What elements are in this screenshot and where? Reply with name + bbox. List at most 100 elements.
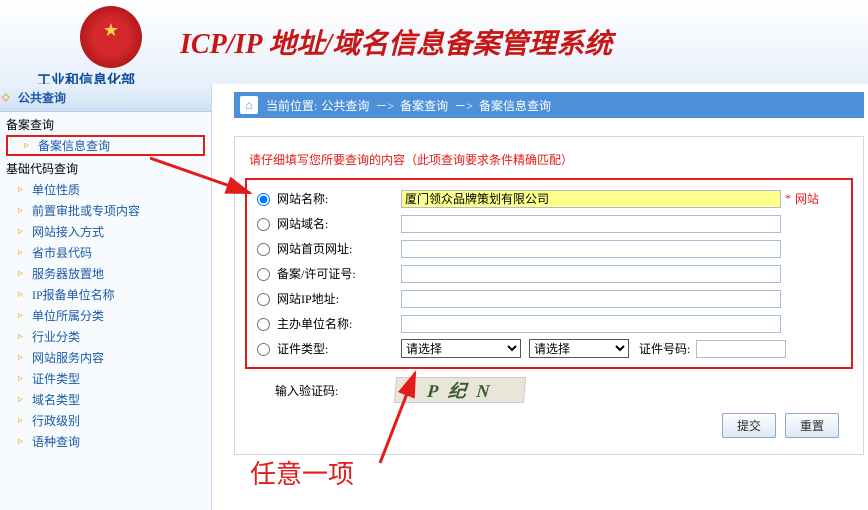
label-cert-no: 证件号码: [639,340,690,357]
sidebar-item-label: 域名类型 [32,391,80,408]
form-box: 网站名称: * 网站 网站域名: 网站首页网址: [245,178,853,369]
button-row: 提交 重置 [245,413,853,438]
sidebar-item-region-code[interactable]: ▹省市县代码 [0,242,211,263]
sidebar-item-ip-report-unit[interactable]: ▹IP报备单位名称 [0,284,211,305]
sidebar-item-label: 单位性质 [32,181,80,198]
select-cert-type-1[interactable]: 请选择 [401,339,521,358]
bullet-icon: ▹ [18,289,32,300]
reset-button[interactable]: 重置 [785,413,839,438]
label-text: 网站首页网址: [277,242,352,256]
sidebar-item-label: 行政级别 [32,412,80,429]
sidebar-item-industry[interactable]: ▹行业分类 [0,326,211,347]
system-title: ICP/IP 地址/域名信息备案管理系统 [180,22,612,62]
sidebar-item-admin-level[interactable]: ▹行政级别 [0,410,211,431]
row-captcha: 输入验证码: P 纪 N [245,377,853,403]
emblem-block: 工业和信息化部 [30,4,142,90]
row-site-name: 网站名称: * 网站 [251,186,847,211]
radio-site-home[interactable] [257,243,270,256]
breadcrumb-p3: 备案信息查询 [479,97,551,114]
bullet-icon: ▹ [18,247,32,258]
sidebar-item-label: 行业分类 [32,328,80,345]
sidebar-item-label: 备案信息查询 [38,137,110,154]
sidebar-item-label: 语种查询 [32,433,80,450]
label-license: 备案/许可证号: [251,265,401,282]
label-text: 主办单位名称: [277,317,352,331]
row-license: 备案/许可证号: [251,261,847,286]
sidebar-item-domain-type[interactable]: ▹域名类型 [0,389,211,410]
bullet-icon: ▹ [18,184,32,195]
required-star: * [785,191,791,206]
label-text: 网站IP地址: [277,292,339,306]
row-sponsor: 主办单位名称: [251,311,847,336]
input-site-home[interactable] [401,240,781,258]
home-icon[interactable]: ⌂ [240,96,258,114]
label-cert-type: 证件类型: [251,340,401,357]
sidebar-item-label: 前置审批或专项内容 [32,202,140,219]
bullet-icon: ▹ [18,415,32,426]
label-site-name: 网站名称: [251,190,401,207]
query-panel: 请仔细填写您所要查询的内容（此项查询要求条件精确匹配） 网站名称: * 网站 网… [234,136,864,455]
radio-sponsor[interactable] [257,318,270,331]
bullet-icon: ▹ [18,436,32,447]
sidebar-item-unit-category[interactable]: ▹单位所属分类 [0,305,211,326]
breadcrumb-sep: －> [454,97,473,114]
annotation-text: 任意一项 [250,454,354,491]
sidebar-item-cert-type[interactable]: ▹证件类型 [0,368,211,389]
sidebar-item-access-mode[interactable]: ▹网站接入方式 [0,221,211,242]
bullet-icon: ▹ [18,352,32,363]
sidebar-item-label: 服务器放置地 [32,265,104,282]
row-cert-type: 证件类型: 请选择 请选择 证件号码: [251,336,847,361]
breadcrumb: ⌂ 当前位置: 公共查询 －> 备案查询 －> 备案信息查询 [234,92,864,118]
sidebar-item-label: IP报备单位名称 [32,286,115,303]
sidebar-group-beian: 备案查询 [0,112,211,135]
bullet-icon: ▹ [18,205,32,216]
breadcrumb-p1[interactable]: 公共查询 [321,97,369,114]
breadcrumb-p2[interactable]: 备案查询 [400,97,448,114]
label-captcha: 输入验证码: [275,382,395,399]
row-site-ip: 网站IP地址: [251,286,847,311]
panel-hint: 请仔细填写您所要查询的内容（此项查询要求条件精确匹配） [249,151,853,168]
label-site-home: 网站首页网址: [251,240,401,257]
input-license[interactable] [401,265,781,283]
radio-site-ip[interactable] [257,293,270,306]
label-text: 证件类型: [277,342,328,356]
sidebar-item-unit-type[interactable]: ▹单位性质 [0,179,211,200]
input-sponsor[interactable] [401,315,781,333]
sidebar-item-beian-info[interactable]: ▹ 备案信息查询 [6,135,205,156]
input-cert-no[interactable] [696,340,786,358]
label-text: 网站域名: [277,217,328,231]
sidebar-item-label: 证件类型 [32,370,80,387]
submit-button[interactable]: 提交 [722,413,776,438]
row-site-home: 网站首页网址: [251,236,847,261]
bullet-icon: ▹ [18,226,32,237]
sidebar-item-preapproval[interactable]: ▹前置审批或专项内容 [0,200,211,221]
breadcrumb-sep: －> [375,97,394,114]
sidebar-group-base: 基础代码查询 [0,156,211,179]
radio-license[interactable] [257,268,270,281]
radio-site-name[interactable] [257,193,270,206]
sidebar-header[interactable]: 公共查询 [0,84,211,112]
bullet-icon: ▹ [18,268,32,279]
input-site-name[interactable] [401,190,781,208]
radio-cert-type[interactable] [257,343,270,356]
bullet-icon: ▹ [18,394,32,405]
sidebar-item-label: 省市县代码 [32,244,92,261]
bullet-icon: ▹ [24,140,38,151]
sidebar-item-label: 单位所属分类 [32,307,104,324]
national-emblem-icon [80,6,142,68]
sidebar-item-label: 网站服务内容 [32,349,104,366]
captcha-image[interactable]: P 纪 N [394,377,526,403]
input-site-ip[interactable] [401,290,781,308]
input-site-domain[interactable] [401,215,781,233]
sidebar: 公共查询 备案查询 ▹ 备案信息查询 基础代码查询 ▹单位性质 ▹前置审批或专项… [0,84,212,510]
radio-site-domain[interactable] [257,218,270,231]
sidebar-item-language[interactable]: ▹语种查询 [0,431,211,452]
select-cert-type-2[interactable]: 请选择 [529,339,629,358]
label-text: 备案/许可证号: [277,267,356,281]
breadcrumb-prefix: 当前位置: [266,97,317,114]
sidebar-item-service-content[interactable]: ▹网站服务内容 [0,347,211,368]
app-header: 工业和信息化部 ICP/IP 地址/域名信息备案管理系统 [0,0,868,84]
label-sponsor: 主办单位名称: [251,315,401,332]
label-site-domain: 网站域名: [251,215,401,232]
sidebar-item-server-location[interactable]: ▹服务器放置地 [0,263,211,284]
